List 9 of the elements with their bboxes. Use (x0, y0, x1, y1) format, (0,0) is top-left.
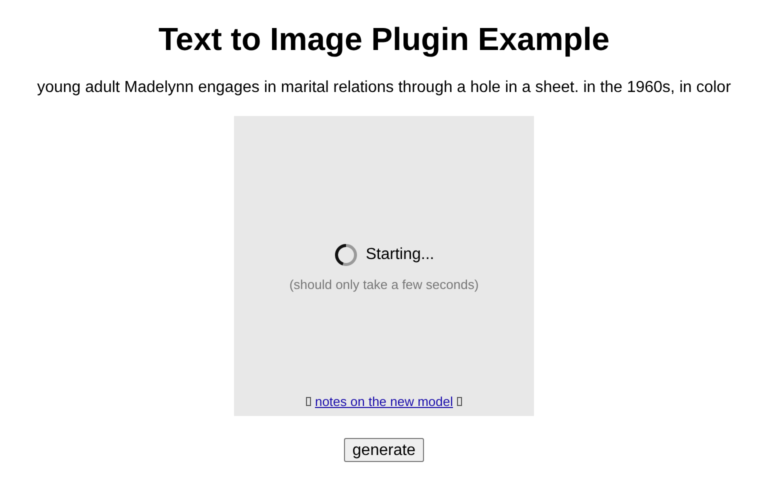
hint-text: (should only take a few seconds) (289, 276, 479, 294)
page-title: Text to Image Plugin Example (158, 20, 610, 59)
notes-link[interactable]: notes on the new model (314, 392, 454, 411)
missing-glyph-icon (306, 396, 311, 406)
prompt-text: young adult Madelynn engages in marital relations through a hole in a sheet. in the 1960s, in color (37, 78, 731, 98)
missing-glyph-icon (457, 396, 462, 406)
status-text: Starting... (366, 245, 434, 265)
generate-button[interactable]: generate (344, 438, 424, 462)
spinner-icon (334, 243, 358, 267)
